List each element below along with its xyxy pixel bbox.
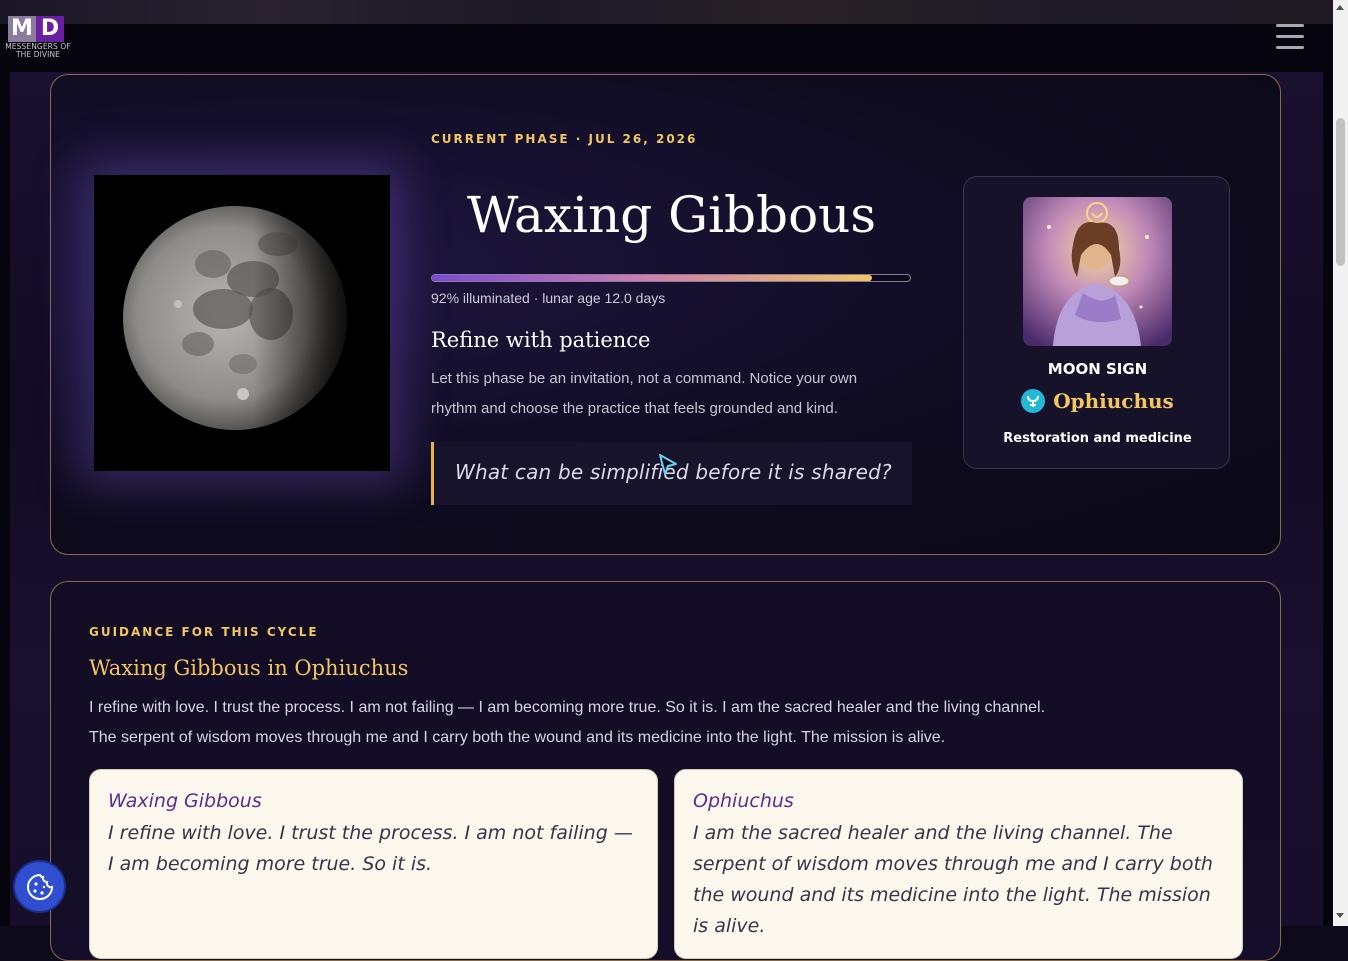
guidance-text: I refine with love. I trust the process.…	[89, 693, 1089, 753]
logo-letter-m: M	[8, 16, 36, 42]
page-gutter-left	[0, 72, 10, 926]
cookie-settings-button[interactable]	[15, 862, 64, 911]
top-banner-strip	[0, 0, 1333, 24]
phase-affirmation-title: Waxing Gibbous	[108, 790, 262, 812]
logo-letter-d: D	[36, 16, 64, 42]
phase-affirmation-card: Waxing Gibbous I refine with love. I tru…	[89, 769, 658, 959]
illumination-text: 92% illuminated · lunar age 12.0 days	[431, 290, 666, 306]
moon-sign-name: Ophiuchus	[1053, 389, 1174, 413]
sign-affirmation-title: Ophiuchus	[693, 790, 794, 812]
moon-sign-theme: Restoration and medicine	[1003, 431, 1192, 446]
ophiuchus-portrait-image	[1023, 197, 1172, 346]
vertical-scrollbar[interactable]	[1333, 0, 1348, 926]
sign-affirmation-text: I am the sacred healer and the living ch…	[693, 822, 1213, 937]
moon-image	[103, 184, 380, 461]
intention-text: Let this phase be an invitation, not a c…	[431, 370, 858, 417]
phase-name: Waxing Gibbous	[466, 186, 877, 244]
hamburger-menu-icon[interactable]	[1276, 24, 1306, 50]
guidance-text-line-1: I refine with love. I trust the process.…	[89, 699, 1046, 716]
ophiuchus-symbol-icon	[1021, 389, 1046, 413]
cookie-icon	[26, 873, 53, 900]
guidance-eyebrow: GUIDANCE FOR THIS CYCLE	[89, 625, 319, 639]
phase-affirmation-text: I refine with love. I trust the process.…	[108, 822, 633, 875]
page-gutter-right	[1323, 72, 1333, 926]
scroll-up-arrow-icon[interactable]	[1336, 5, 1344, 10]
site-logo[interactable]: M D MESSENGERS OF THE DIVINE	[4, 14, 71, 60]
mouse-cursor-icon	[656, 452, 680, 478]
sign-affirmation-card: Ophiuchus I am the sacred healer and the…	[674, 769, 1243, 959]
moon-sign-name-row: Ophiuchus	[964, 389, 1231, 413]
guidance-title: Waxing Gibbous in Ophiuchus	[89, 656, 409, 680]
site-header	[0, 24, 1333, 73]
intention-title: Refine with patience	[431, 328, 651, 352]
moon-sign-card: MOON SIGN Ophiuchus Restoration and medi…	[963, 176, 1230, 469]
illumination-progress-fill	[432, 275, 872, 281]
current-phase-eyebrow: CURRENT PHASE · JUL 26, 2026	[431, 132, 698, 146]
guidance-text-line-2: The serpent of wisdom moves through me a…	[89, 729, 946, 746]
logo-text: MESSENGERS OF THE DIVINE	[5, 42, 71, 59]
scroll-down-arrow-icon[interactable]	[1336, 913, 1344, 918]
illumination-progress-bar	[431, 274, 911, 282]
moon-sign-label: MOON SIGN	[1047, 360, 1148, 378]
scrollbar-thumb[interactable]	[1336, 118, 1345, 266]
